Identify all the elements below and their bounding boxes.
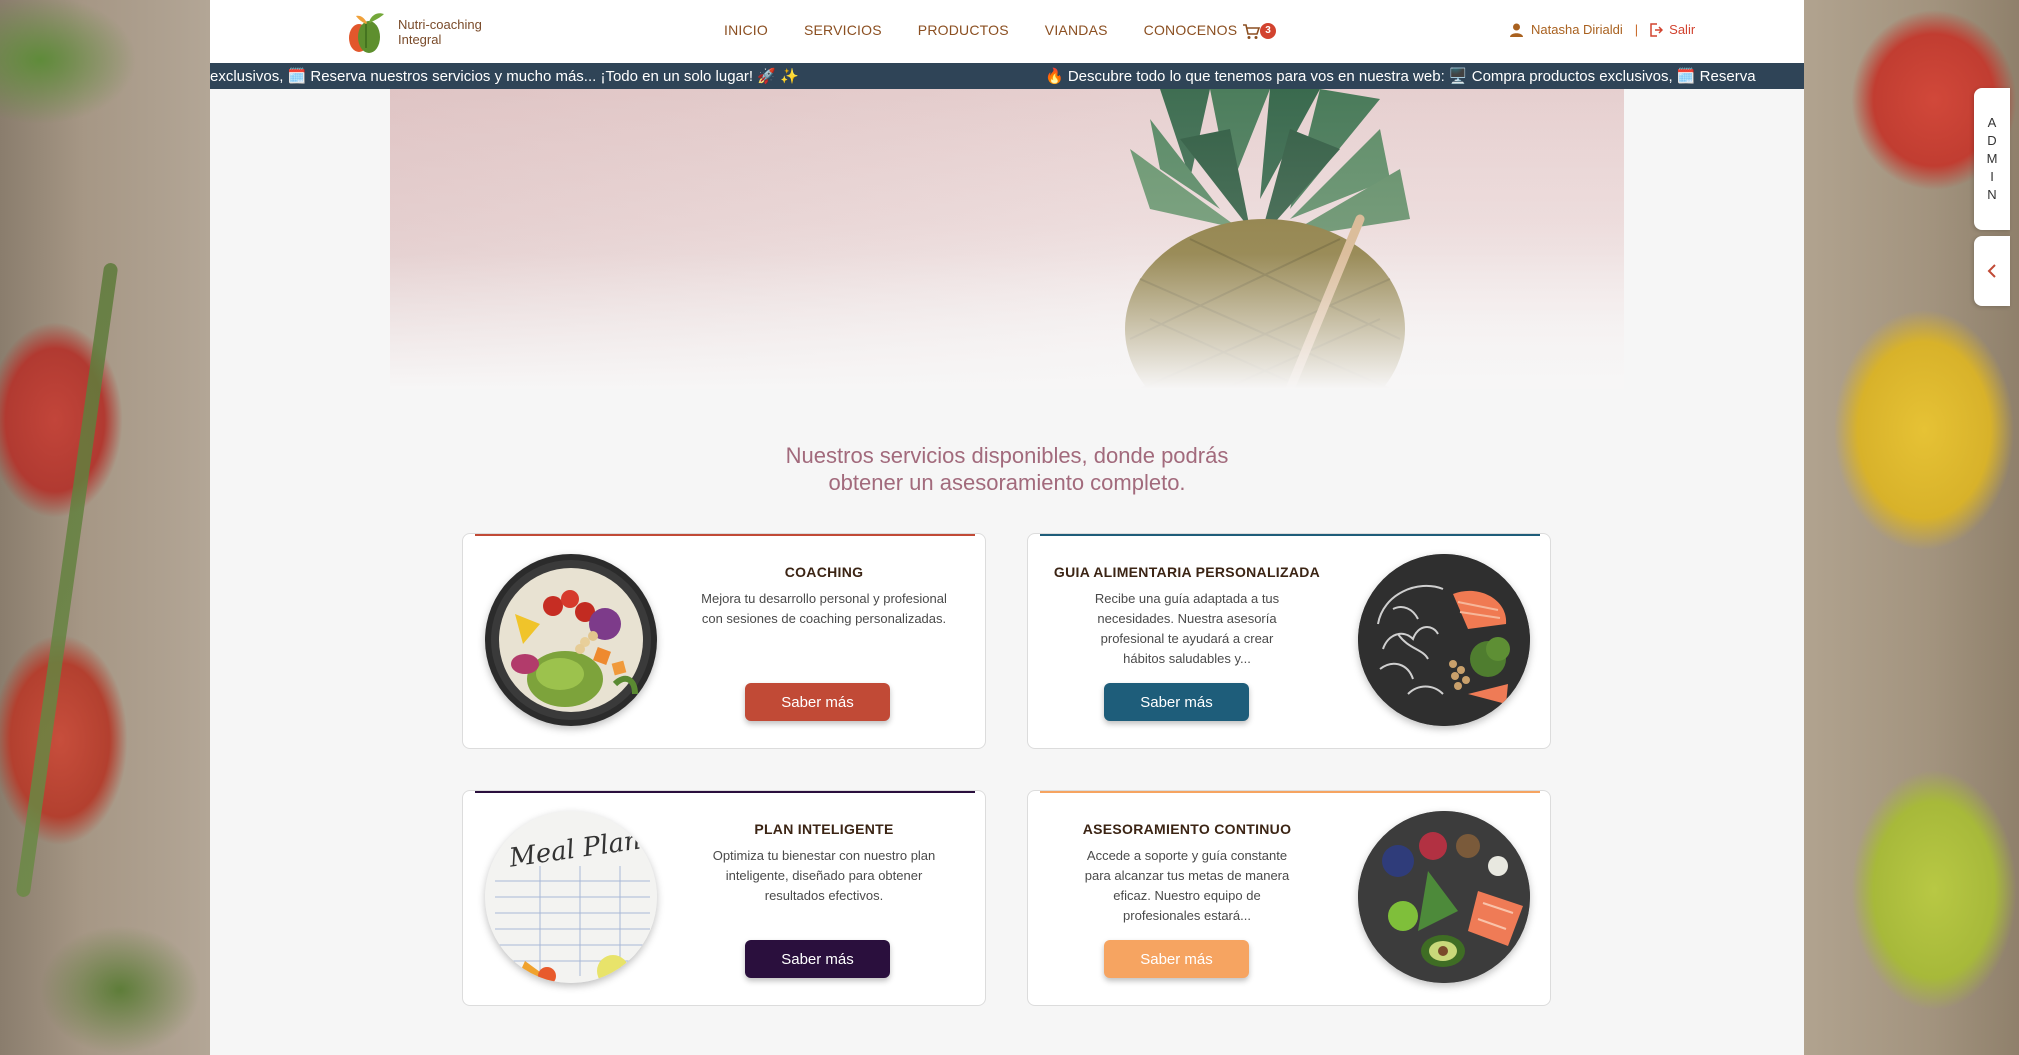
background-vegetables-left bbox=[0, 0, 210, 1055]
salad-bowl-image bbox=[485, 554, 657, 726]
logout-icon[interactable] bbox=[1650, 22, 1664, 37]
user-area: Natasha Dirialdi | Salir bbox=[1510, 22, 1695, 37]
admin-letter: M bbox=[1986, 151, 1998, 166]
top-navbar: Nutri-coaching Integral INICIO SERVICIOS… bbox=[210, 0, 1804, 63]
card-title: COACHING bbox=[784, 564, 864, 580]
healthy-food-image bbox=[1358, 811, 1530, 983]
card-accent-bar bbox=[1040, 534, 1540, 536]
nav-servicios[interactable]: SERVICIOS bbox=[804, 22, 882, 38]
brand-line-2: Integral bbox=[398, 32, 442, 47]
admin-letter: A bbox=[1987, 115, 1997, 130]
announcement-ticker: exclusivos, 🗓️ Reserva nuestros servicio… bbox=[210, 63, 1804, 89]
card-title: GUIA ALIMENTARIA PERSONALIZADA bbox=[1053, 564, 1321, 580]
card-description: Optimiza tu bienestar con nuestro plan i… bbox=[712, 848, 936, 903]
saber-mas-button-guia[interactable]: Saber más bbox=[1104, 683, 1249, 721]
services-heading-line-1: Nuestros servicios disponibles, donde po… bbox=[785, 443, 1229, 468]
card-accent-bar bbox=[475, 534, 975, 536]
nav-inicio[interactable]: INICIO bbox=[724, 22, 768, 38]
saber-mas-button-coaching[interactable]: Saber más bbox=[745, 683, 890, 721]
chevron-left-icon bbox=[1987, 264, 1996, 278]
user-icon bbox=[1510, 23, 1523, 37]
saber-mas-button-plan[interactable]: Saber más bbox=[745, 940, 890, 978]
cart-button[interactable]: 3 bbox=[1242, 20, 1286, 42]
nav-conocenos[interactable]: CONOCENOS bbox=[1144, 22, 1238, 38]
card-title: ASESORAMIENTO CONTINUO bbox=[1082, 821, 1292, 837]
user-name[interactable]: Natasha Dirialdi bbox=[1531, 22, 1623, 37]
services-heading: Nuestros servicios disponibles, donde po… bbox=[210, 442, 1804, 496]
main-nav: INICIO SERVICIOS PRODUCTOS VIANDAS CONOC… bbox=[724, 22, 1273, 38]
card-description: Recibe una guía adaptada a tus necesidad… bbox=[1094, 591, 1280, 666]
brain-food-illustration bbox=[1358, 554, 1530, 726]
brand-name[interactable]: Nutri-coaching Integral bbox=[398, 17, 518, 47]
shopping-cart-icon bbox=[1243, 24, 1260, 39]
meal-plan-image: Meal Plan bbox=[485, 811, 657, 983]
salad-bowl-illustration bbox=[491, 560, 651, 720]
card-accent-bar bbox=[1040, 791, 1540, 793]
logout-link[interactable]: Salir bbox=[1669, 22, 1695, 37]
healthy-food-illustration bbox=[1358, 811, 1530, 983]
pineapple-image bbox=[390, 89, 1624, 389]
brand-line-1: Nutri-coaching bbox=[398, 17, 482, 32]
collapse-side-tab[interactable] bbox=[1974, 236, 2010, 306]
card-description: Mejora tu desarrollo personal y profesio… bbox=[701, 591, 947, 626]
service-card-plan: Meal Plan PLAN INTELIGENTE Optimiza tu b… bbox=[462, 790, 986, 1006]
logo-icon[interactable] bbox=[342, 8, 390, 56]
ticker-segment-b: 🔥 Descubre todo lo que tenemos para vos … bbox=[1045, 68, 1756, 85]
nav-productos[interactable]: PRODUCTOS bbox=[918, 22, 1009, 38]
saber-mas-button-asesoramiento[interactable]: Saber más bbox=[1104, 940, 1249, 978]
admin-side-tab[interactable]: A D M I N bbox=[1974, 88, 2010, 230]
admin-letter: D bbox=[1987, 133, 1997, 148]
nav-viandas[interactable]: VIANDAS bbox=[1045, 22, 1108, 38]
services-heading-line-2: obtener un asesoramiento completo. bbox=[828, 470, 1186, 495]
user-separator: | bbox=[1634, 22, 1639, 37]
meal-plan-illustration: Meal Plan bbox=[485, 811, 657, 983]
page-container: Nutri-coaching Integral INICIO SERVICIOS… bbox=[210, 0, 1804, 1055]
card-description: Accede a soporte y guía constante para a… bbox=[1084, 848, 1290, 923]
card-accent-bar bbox=[475, 791, 975, 793]
brain-food-image bbox=[1358, 554, 1530, 726]
service-card-coaching: COACHING Mejora tu desarrollo personal y… bbox=[462, 533, 986, 749]
cart-count-badge: 3 bbox=[1260, 23, 1276, 39]
card-title: PLAN INTELIGENTE bbox=[754, 821, 894, 837]
admin-letter: N bbox=[1987, 187, 1997, 202]
admin-letter: I bbox=[1990, 169, 1994, 184]
service-card-asesoramiento: ASESORAMIENTO CONTINUO Accede a soporte … bbox=[1027, 790, 1551, 1006]
hero-banner bbox=[390, 89, 1624, 389]
service-card-guia: GUIA ALIMENTARIA PERSONALIZADA Recibe un… bbox=[1027, 533, 1551, 749]
ticker-segment-a: exclusivos, 🗓️ Reserva nuestros servicio… bbox=[210, 68, 799, 85]
